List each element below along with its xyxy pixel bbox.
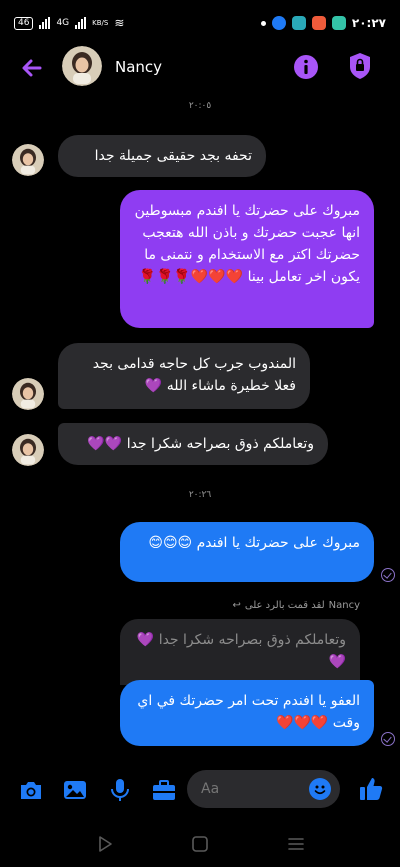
- message-emojis: 😊😊😊: [148, 535, 193, 551]
- chat-header: Nancy: [0, 46, 400, 90]
- message-bubble-incoming[interactable]: تحفه بجد حقيقى جميلة جدا: [58, 135, 266, 177]
- timestamp: ٢٠:٢٦: [188, 490, 212, 500]
- message-text: تحفه بجد حقيقى جميلة جدا: [94, 148, 252, 164]
- message-bubble-outgoing[interactable]: مبروك على حضرتك يا افندم 😊😊😊: [120, 522, 374, 582]
- message-emojis: 💜💜: [87, 436, 123, 452]
- quoted-text: وتعاملكم ذوق بصراحه شكرا جدا: [158, 632, 346, 648]
- status-bar: 46 4G KB/S ≋ ٢٠:٢٧: [0, 0, 400, 46]
- shield-icon[interactable]: [348, 52, 372, 80]
- system-nav-bar: [0, 822, 400, 867]
- app-icon-green: [331, 16, 346, 30]
- read-receipt-icon: [381, 732, 395, 746]
- message-emojis: 💜: [144, 378, 163, 394]
- data-speed: KB/S: [92, 19, 109, 27]
- sender-avatar: [12, 378, 44, 410]
- message-bubble-incoming[interactable]: المندوب جرب كل حاجه قدامى بجد فعلا خطيرة…: [58, 343, 310, 409]
- microphone-icon[interactable]: [107, 778, 133, 802]
- camera-icon[interactable]: [18, 778, 44, 802]
- message-text: مبروك على حضرتك يا افندم: [196, 535, 360, 551]
- sender-avatar: [12, 434, 44, 466]
- menu-lines-icon[interactable]: [286, 834, 306, 854]
- read-receipt-icon: [381, 568, 395, 582]
- contact-avatar[interactable]: [62, 46, 102, 86]
- app-icon-teal: [291, 16, 306, 30]
- clock: ٢٠:٢٧: [351, 16, 386, 30]
- message-emojis: ❤️❤️❤️: [276, 715, 329, 731]
- arrow-left-icon[interactable]: [18, 54, 46, 82]
- timestamp: ٢٠:٠٥: [188, 101, 212, 111]
- message-emojis: ❤️❤️❤️🌹🌹🌹: [138, 269, 244, 285]
- status-chip: 46: [14, 16, 34, 30]
- message-bubble-outgoing[interactable]: مبروك على حضرتك يا افندم مبسوطين انها عج…: [120, 190, 374, 328]
- signal-icon: [39, 17, 51, 29]
- network-type: 4G: [56, 18, 70, 28]
- sender-avatar: [12, 144, 44, 176]
- gallery-icon[interactable]: [62, 778, 88, 802]
- notification-dot-icon: [260, 20, 266, 26]
- emoji-icon[interactable]: [309, 778, 331, 800]
- message-bubble-outgoing[interactable]: العفو يا افندم تحت امر حضرتك في اي وقت ❤…: [120, 680, 374, 746]
- reply-arrow-icon: ↩: [232, 600, 241, 611]
- wifi-icon: ≋: [114, 16, 125, 30]
- app-icon-orange: [311, 16, 326, 30]
- quoted-message[interactable]: وتعاملكم ذوق بصراحه شكرا جدا 💜💜: [120, 619, 360, 685]
- status-bar-right: ٢٠:٢٧: [260, 16, 386, 30]
- thumbs-up-icon[interactable]: [358, 776, 384, 802]
- reply-contact-name: Nancy: [328, 600, 360, 611]
- composer-bar: [0, 768, 400, 810]
- message-text: المندوب جرب كل حاجه قدامى بجد فعلا خطيرة…: [92, 356, 296, 394]
- messenger-app-icon: [271, 16, 286, 30]
- message-text: وتعاملكم ذوق بصراحه شكرا جدا: [126, 436, 314, 452]
- reply-label-text: لقد قمت بالرد على: [244, 600, 325, 611]
- home-square-icon[interactable]: [190, 834, 210, 854]
- signal-icon-2: [75, 17, 87, 29]
- reply-label: ↩ لقد قمت بالرد على Nancy: [233, 600, 361, 611]
- back-triangle-icon[interactable]: [95, 834, 115, 854]
- briefcase-icon[interactable]: [151, 778, 177, 802]
- status-bar-left: 46 4G KB/S ≋: [14, 16, 124, 30]
- message-bubble-incoming[interactable]: وتعاملكم ذوق بصراحه شكرا جدا 💜💜: [58, 423, 328, 465]
- contact-name[interactable]: Nancy: [115, 58, 162, 76]
- info-icon[interactable]: [293, 54, 319, 80]
